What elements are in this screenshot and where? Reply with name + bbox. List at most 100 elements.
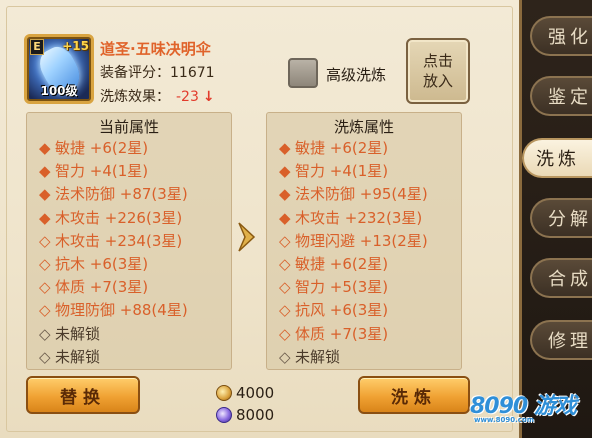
gold-cost: 4000 — [216, 384, 274, 402]
tab-decompose[interactable]: 分解 — [530, 198, 592, 238]
refined-attributes-title: 洗炼属性 — [333, 118, 394, 136]
down-arrow-icon: ↓ — [202, 89, 215, 105]
filled-diamond-icon: ◆ — [279, 185, 291, 204]
filled-diamond-icon: ◆ — [39, 185, 51, 204]
current-attributes-title: 当前属性 — [98, 118, 159, 136]
hollow-diamond-icon: ◇ — [279, 301, 291, 320]
attribute-row: ◆ 法术防御 +95(4星) — [279, 183, 428, 206]
hollow-diamond-icon: ◇ — [279, 278, 291, 297]
attribute-row: ◇ 体质 +7(3星) — [279, 323, 428, 346]
attribute-text: 抗木 +6(3星) — [55, 254, 149, 273]
tab-enhance[interactable]: 强化 — [530, 16, 592, 56]
refine-window: E +15 100级 道圣·五味决明伞 装备评分：11671 洗炼效果： -23 ↓… — [0, 0, 592, 438]
attribute-text: 木攻击 +232(3星) — [295, 208, 423, 227]
attribute-text: 智力 +4(1星) — [55, 162, 149, 181]
item-level: 100级 — [40, 84, 78, 98]
rating-label: 装备评分： — [100, 65, 170, 81]
gold-cost-value: 4000 — [236, 384, 275, 402]
item-name: 道圣·五味决明伞 — [100, 40, 211, 58]
hollow-diamond-icon: ◇ — [39, 231, 51, 250]
filled-diamond-icon: ◆ — [39, 162, 51, 181]
current-attributes-list: ◆ 敏捷 +6(2星) ◆ 智力 +4(1星) ◆ 法术防御 +87(3星) ◆ 木攻击… — [39, 137, 188, 369]
orb-cost: 8000 — [216, 406, 274, 424]
advanced-refine-checkbox[interactable] — [288, 58, 318, 88]
replace-button[interactable]: 替换 — [26, 376, 140, 414]
attribute-text: 敏捷 +6(2星) — [295, 254, 389, 273]
attribute-text: 敏捷 +6(2星) — [295, 139, 389, 157]
hollow-diamond-icon: ◇ — [39, 301, 51, 320]
refined-attributes-list: ◆ 敏捷 +6(2星) ◆ 智力 +4(1星) ◆ 法术防御 +95(4星) ◆ 木攻击… — [279, 137, 428, 369]
attribute-text: 物理防御 +88(4星) — [55, 301, 188, 320]
attribute-text: 木攻击 +226(3星) — [55, 208, 183, 227]
attribute-row: ◆ 敏捷 +6(2星) — [279, 137, 428, 160]
watermark-url: www.8090.com — [474, 416, 535, 424]
attribute-row: ◆ 智力 +4(1星) — [279, 160, 428, 183]
spirit-orb-icon — [216, 407, 232, 423]
advanced-refine-label: 高级洗炼 — [326, 66, 387, 84]
hollow-diamond-icon: ◇ — [39, 324, 51, 343]
attribute-row: ◆ 法术防御 +87(3星) — [39, 183, 188, 206]
attribute-text: 体质 +7(3星) — [55, 278, 149, 297]
attribute-row: ◇ 体质 +7(3星) — [39, 276, 188, 299]
refined-attributes-panel: 洗炼属性 ◆ 敏捷 +6(2星) ◆ 智力 +4(1星) ◆ 法术防御 +95(4星)… — [266, 112, 462, 370]
refine-button[interactable]: 洗炼 — [358, 376, 470, 414]
tab-repair[interactable]: 修理 — [530, 320, 592, 360]
attribute-text: 法术防御 +95(4星) — [295, 185, 428, 204]
filled-diamond-icon: ◆ — [279, 208, 291, 227]
rating-value: 11671 — [170, 65, 215, 81]
gold-coin-icon — [216, 385, 232, 401]
attribute-row: ◇ 智力 +5(3星) — [279, 276, 428, 299]
transfer-arrow-icon — [238, 222, 256, 252]
hollow-diamond-icon: ◇ — [279, 347, 291, 366]
function-tabs: 强化 鉴定 洗炼 分解 合成 修理 — [522, 0, 592, 438]
effect-label: 洗炼效果： — [100, 89, 170, 105]
refine-effect: 洗炼效果： -23 ↓ — [100, 86, 215, 106]
attribute-text: 未解锁 — [295, 347, 341, 366]
attribute-text: 敏捷 +6(2星) — [55, 139, 149, 157]
attribute-text: 法术防御 +87(3星) — [55, 185, 188, 204]
site-watermark-logo: 8090 游戏 www.8090.com — [470, 388, 590, 436]
attribute-row: ◇ 抗风 +6(3星) — [279, 299, 428, 322]
attribute-text: 物理闪避 +13(2星) — [295, 231, 428, 250]
hollow-diamond-icon: ◇ — [279, 324, 291, 343]
hollow-diamond-icon: ◇ — [279, 231, 291, 250]
attribute-text: 未解锁 — [55, 324, 101, 343]
attribute-row: ◇ 物理防御 +88(4星) — [39, 299, 188, 322]
attribute-row: ◇ 物理闪避 +13(2星) — [279, 230, 428, 253]
hollow-diamond-icon: ◇ — [39, 278, 51, 297]
attribute-row: ◇ 抗木 +6(3星) — [39, 253, 188, 276]
attribute-row: ◆ 智力 +4(1星) — [39, 160, 188, 183]
item-grade-badge: E — [30, 39, 44, 55]
attribute-row: ◇ 敏捷 +6(2星) — [279, 253, 428, 276]
filled-diamond-icon: ◆ — [39, 139, 51, 157]
attribute-text: 未解锁 — [55, 347, 101, 366]
attribute-text: 体质 +7(3星) — [295, 324, 389, 343]
current-attributes-panel: 当前属性 ◆ 敏捷 +6(2星) ◆ 智力 +4(1星) ◆ 法术防御 +87(3星)… — [26, 112, 232, 370]
hollow-diamond-icon: ◇ — [39, 347, 51, 366]
refine-panel: E +15 100级 道圣·五味决明伞 装备评分：11671 洗炼效果： -23 ↓… — [0, 0, 522, 438]
attribute-text: 智力 +5(3星) — [295, 278, 389, 297]
effect-value: -23 — [176, 89, 199, 105]
attribute-row-locked: ◇ 未解锁 — [279, 346, 428, 369]
attribute-row: ◆ 木攻击 +232(3星) — [279, 207, 428, 230]
attribute-row: ◆ 木攻击 +226(3星) — [39, 207, 188, 230]
attribute-row-locked: ◇ 未解锁 — [39, 323, 188, 346]
attribute-text: 抗风 +6(3星) — [295, 301, 389, 320]
attribute-text: 木攻击 +234(3星) — [55, 231, 183, 250]
equipment-rating: 装备评分：11671 — [100, 62, 215, 82]
item-enhance-level: +15 — [62, 39, 89, 53]
attribute-row-locked: ◇ 未解锁 — [39, 346, 188, 369]
tab-identify[interactable]: 鉴定 — [530, 76, 592, 116]
filled-diamond-icon: ◆ — [279, 162, 291, 181]
hollow-diamond-icon: ◇ — [279, 254, 291, 273]
place-item-button[interactable]: 点击放入 — [406, 38, 470, 104]
hollow-diamond-icon: ◇ — [39, 254, 51, 273]
attribute-row: ◇ 木攻击 +234(3星) — [39, 230, 188, 253]
attribute-row: ◆ 敏捷 +6(2星) — [39, 137, 188, 160]
attribute-text: 智力 +4(1星) — [295, 162, 389, 181]
equipment-slot[interactable]: E +15 100级 — [24, 34, 94, 104]
tab-refine[interactable]: 洗炼 — [522, 138, 592, 178]
orb-cost-value: 8000 — [236, 406, 275, 424]
filled-diamond-icon: ◆ — [39, 208, 51, 227]
tab-compose[interactable]: 合成 — [530, 258, 592, 298]
